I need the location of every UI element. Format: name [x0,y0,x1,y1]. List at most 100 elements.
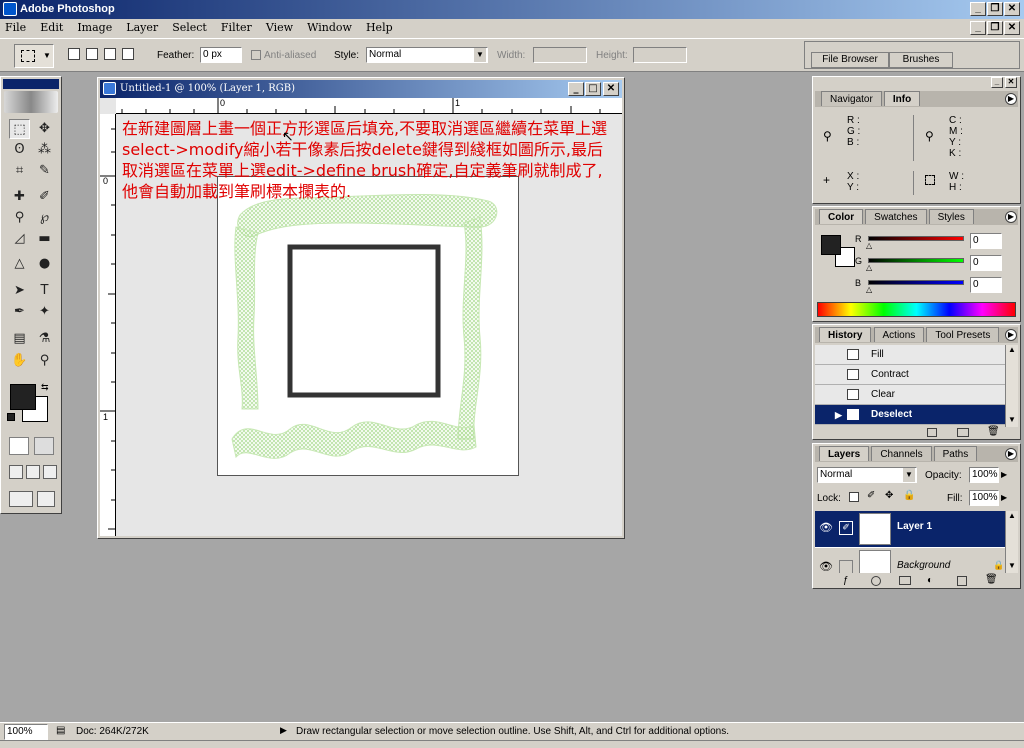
history-item[interactable]: Contract [815,365,1005,385]
pen-tool[interactable]: ✒ [9,302,30,322]
history-item[interactable]: Clear [815,385,1005,405]
tab-history[interactable]: History [819,327,872,342]
add-selection-icon[interactable] [86,48,98,60]
panel-menu-icon[interactable]: ▶ [1005,211,1017,223]
history-item[interactable]: Fill [815,345,1005,365]
slice-tool[interactable]: ✎ [34,161,55,181]
intersect-selection-icon[interactable] [122,48,134,60]
blend-mode-select[interactable]: Normal ▼ [817,467,917,483]
dodge-tool[interactable]: ● [34,254,55,274]
doc-window-minimize-icon[interactable]: _ [568,82,584,96]
type-tool[interactable]: T [34,281,55,301]
notes-tool[interactable]: ▤ [9,329,30,349]
tab-styles[interactable]: Styles [928,209,974,224]
tab-tool-presets[interactable]: Tool Presets [926,327,1000,342]
layer-row[interactable]: 👁 Background 🔒 [815,548,1005,573]
minimize-icon[interactable]: _ [970,2,986,16]
scroll-down-icon[interactable]: ▼ [1006,415,1018,427]
history-scrollbar[interactable]: ▲ ▼ [1005,345,1018,427]
jump-to-imageready-icon[interactable] [9,491,33,507]
panel-menu-icon[interactable]: ▶ [1005,448,1017,460]
feather-input[interactable]: 0 px [200,47,242,63]
magic-wand-tool[interactable]: ⁂ [34,140,55,160]
history-brush-tool[interactable]: ℘ [34,208,55,228]
menu-select[interactable]: Select [167,19,213,34]
swap-colors-icon[interactable]: ⇆ [41,382,49,393]
doc-info-icon[interactable]: ▤ [56,725,65,736]
doc-close-icon[interactable]: ✕ [1004,21,1020,35]
hand-tool[interactable]: ✋ [9,351,30,371]
gradient-tool[interactable]: ▬ [34,229,55,249]
color-r-slider[interactable] [868,236,964,241]
tab-swatches[interactable]: Swatches [865,209,927,224]
doc-restore-icon[interactable]: ❐ [987,21,1003,35]
eyedropper-tool[interactable]: ⚗ [34,329,55,349]
lock-image-icon[interactable]: ✐ [867,490,875,501]
tool-preset-picker[interactable]: ▼ [14,44,54,68]
fullscreen-icon[interactable] [43,465,57,479]
menu-filter[interactable]: Filter [216,19,258,34]
color-g-input[interactable]: 0 [970,255,1002,271]
new-snapshot-icon[interactable] [957,428,969,437]
imageready-icon[interactable] [37,491,55,507]
adjustment-layer-icon[interactable]: ◐ [927,575,933,586]
style-select[interactable]: Normal ▼ [366,47,488,63]
doc-window-close-icon[interactable]: ✕ [603,82,619,96]
panel-minimize-icon[interactable]: _ [991,77,1003,88]
maximize-icon[interactable]: ❐ [987,2,1003,16]
menu-edit[interactable]: Edit [35,19,69,34]
layer-style-icon[interactable]: ƒ [843,575,849,586]
panel-menu-icon[interactable]: ▶ [1005,93,1017,105]
menu-layer[interactable]: Layer [121,19,164,34]
brush-link-icon[interactable]: ✐ [839,521,853,535]
standard-mode-icon[interactable] [9,437,29,455]
menu-view[interactable]: View [261,19,299,34]
scroll-up-icon[interactable]: ▲ [1006,345,1018,357]
tab-channels[interactable]: Channels [871,446,932,461]
scroll-down-icon[interactable]: ▼ [1006,561,1018,573]
color-spectrum-ramp[interactable] [817,302,1016,317]
layers-scrollbar[interactable]: ▲ ▼ [1005,511,1018,573]
lock-position-icon[interactable]: ✥ [885,490,893,501]
eye-icon[interactable]: 👁 [819,521,833,534]
color-g-slider[interactable] [868,258,964,263]
rectangular-marquee-tool[interactable]: ⬚ [9,119,30,139]
tab-paths[interactable]: Paths [933,446,978,461]
default-colors-icon[interactable] [7,413,15,421]
menu-window[interactable]: Window [302,19,358,34]
history-item-selected[interactable]: ▶ Deselect [815,405,1005,425]
ruler-top[interactable]: 0 1 [116,98,622,114]
doc-window-maximize-icon[interactable]: □ [585,82,601,96]
new-selection-icon[interactable] [68,48,80,60]
brush-tool[interactable]: ✐ [34,187,55,207]
image-canvas[interactable] [217,176,519,476]
panel-menu-icon[interactable]: ▶ [1005,329,1017,341]
tab-layers[interactable]: Layers [819,446,870,461]
menu-image[interactable]: Image [72,19,118,34]
crop-tool[interactable]: ⌗ [9,161,30,181]
trash-icon[interactable]: 🗑 [987,426,1000,437]
standard-screen-icon[interactable] [9,465,23,479]
menu-file[interactable]: File [0,19,32,34]
layer-row-selected[interactable]: 👁 ✐ Layer 1 [815,511,1005,547]
document-title-bar[interactable]: Untitled-1 @ 100% (Layer 1, RGB) _ □ ✕ [100,80,622,98]
tab-info[interactable]: Info [883,91,921,106]
brushes-tab[interactable]: Brushes [889,52,953,68]
path-selection-tool[interactable]: ➤ [9,281,30,301]
new-set-icon[interactable] [899,576,911,585]
color-foreground-swatch[interactable] [821,235,841,255]
color-r-input[interactable]: 0 [970,233,1002,249]
zoom-input[interactable]: 100% [4,724,48,740]
opacity-input[interactable]: 100% [969,467,999,483]
lock-all-icon[interactable]: 🔒 [903,490,915,501]
new-document-from-state-icon[interactable] [927,428,937,437]
triangle-up-icon[interactable]: △ [866,263,872,272]
close-icon[interactable]: ✕ [1004,2,1020,16]
width-input[interactable] [533,47,587,63]
zoom-tool[interactable]: ⚲ [34,351,55,371]
quick-mask-icon[interactable] [34,437,54,455]
tab-actions[interactable]: Actions [873,327,925,342]
fullscreen-menu-icon[interactable] [26,465,40,479]
eye-icon[interactable]: 👁 [819,560,833,573]
fill-input[interactable]: 100% [969,490,999,506]
